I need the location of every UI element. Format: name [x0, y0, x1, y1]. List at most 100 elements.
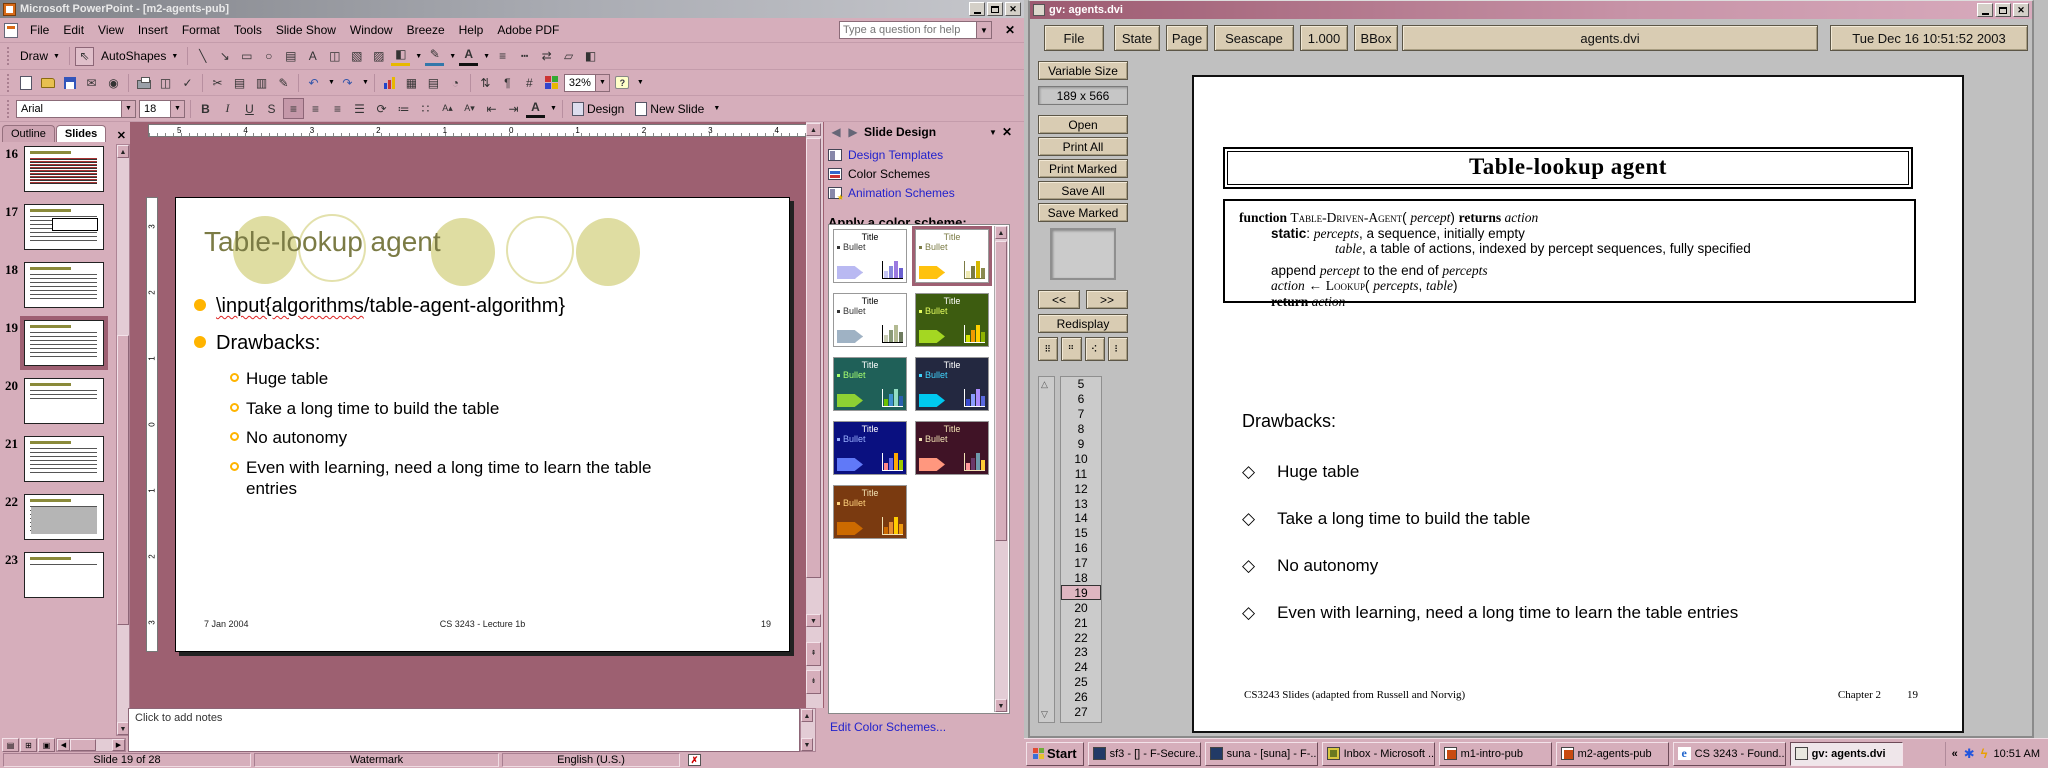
taskbar-task-suna-suna-f-[interactable]: suna - [suna] - F-...: [1205, 742, 1318, 766]
menu-tools[interactable]: Tools: [227, 20, 269, 40]
pane-close-icon[interactable]: ✕: [113, 129, 130, 142]
taskbar-task-m2-agents-pub[interactable]: m2-agents-pub: [1556, 742, 1669, 766]
mail-icon[interactable]: ✉: [82, 73, 101, 92]
toolbar-grip[interactable]: [7, 74, 10, 92]
toggle-current-mark-button[interactable]: ⠿: [1038, 337, 1058, 361]
diagram-icon[interactable]: ◫: [325, 47, 344, 66]
page-number-5[interactable]: 5: [1061, 377, 1101, 392]
slide-bullet[interactable]: Drawbacks:: [176, 331, 781, 355]
tab-slides[interactable]: Slides: [56, 125, 106, 142]
page-number-9[interactable]: 9: [1061, 437, 1101, 452]
search-icon[interactable]: ◉: [104, 73, 123, 92]
3d-style-icon[interactable]: ◧: [581, 47, 600, 66]
page-number-20[interactable]: 20: [1061, 600, 1101, 615]
align-center-icon[interactable]: ≡: [306, 99, 325, 118]
menu-view[interactable]: View: [91, 20, 131, 40]
tray-clock[interactable]: 10:51 AM: [1994, 748, 2040, 760]
text-shadow-icon[interactable]: S: [262, 99, 281, 118]
rectangle-icon[interactable]: ▭: [237, 47, 256, 66]
new-slide-button[interactable]: New Slide: [631, 101, 708, 117]
scheme-scrollbar[interactable]: ▲ ▼: [994, 226, 1008, 712]
gv-datetime-button[interactable]: Tue Dec 16 10:51:52 2003: [1830, 25, 2028, 51]
taskbar-task-m1-intro-pub[interactable]: m1-intro-pub: [1439, 742, 1552, 766]
design-button[interactable]: Design: [568, 101, 628, 117]
scroll-thumb[interactable]: [995, 241, 1007, 541]
gv-state-button[interactable]: State: [1114, 25, 1160, 51]
insert-table-icon[interactable]: ▦: [402, 73, 421, 92]
page-list-scrollbar[interactable]: △ ▽: [1038, 376, 1055, 723]
help-icon[interactable]: ?: [613, 73, 632, 92]
scroll-up-icon[interactable]: ▲: [801, 709, 813, 722]
grow-font-icon[interactable]: A▴: [438, 99, 457, 118]
numbering-icon[interactable]: ≔: [394, 99, 413, 118]
notes-scrollbar[interactable]: ▲ ▼: [800, 708, 816, 752]
menu-slide-show[interactable]: Slide Show: [269, 20, 343, 40]
font-name-combo[interactable]: Arial▼: [16, 100, 136, 118]
normal-view-icon[interactable]: ▤: [2, 738, 19, 752]
page-number-19[interactable]: 19: [1061, 585, 1101, 600]
select-pointer-icon[interactable]: ⇖: [75, 47, 94, 66]
task-pane-link-animation-schemes[interactable]: Animation Schemes: [828, 186, 1014, 200]
scroll-up-icon[interactable]: ▲: [995, 226, 1007, 239]
page-number-11[interactable]: 11: [1061, 466, 1101, 481]
menubar-close-icon[interactable]: ✕: [1000, 23, 1020, 37]
gv-file-button[interactable]: File: [1044, 25, 1104, 51]
edit-color-schemes-link[interactable]: Edit Color Schemes...: [830, 720, 946, 734]
scroll-thumb[interactable]: [117, 335, 129, 625]
page-number-27[interactable]: 27: [1061, 705, 1101, 720]
slide-thumbnail-17[interactable]: 17: [2, 204, 112, 250]
menu-adobe-pdf[interactable]: Adobe PDF: [490, 20, 566, 40]
slide-bullet[interactable]: Take a long time to build the table: [176, 399, 781, 420]
underline-icon[interactable]: U: [240, 99, 259, 118]
gv-bbox-button[interactable]: BBox: [1354, 25, 1398, 51]
next-page-button[interactable]: >>: [1086, 290, 1128, 309]
format-painter-icon[interactable]: ✎: [274, 73, 293, 92]
align-right-icon[interactable]: ≡: [328, 99, 347, 118]
spelling-icon[interactable]: ✓: [178, 73, 197, 92]
slide-bullet[interactable]: No autonomy: [176, 428, 781, 449]
tab-outline[interactable]: Outline: [2, 125, 55, 142]
redo-icon[interactable]: ↷: [338, 73, 357, 92]
save-icon[interactable]: [60, 73, 79, 92]
font-color-icon[interactable]: A: [526, 99, 545, 118]
taskbar-task-inbox-microsoft-[interactable]: Inbox - Microsoft ...: [1322, 742, 1435, 766]
fill-color-icon[interactable]: ◧: [391, 47, 410, 66]
redisplay-button[interactable]: Redisplay: [1038, 314, 1128, 333]
pane-forward-icon[interactable]: ▶: [847, 125, 859, 139]
increase-indent-icon[interactable]: ⇥: [504, 99, 523, 118]
page-number-15[interactable]: 15: [1061, 526, 1101, 541]
slide-thumbnail-22[interactable]: 22: [2, 494, 112, 540]
paste-icon[interactable]: ▥: [252, 73, 271, 92]
toolbar-options-icon[interactable]: ▼: [637, 79, 644, 86]
menu-insert[interactable]: Insert: [131, 20, 175, 40]
sort-icon[interactable]: ⇅: [476, 73, 495, 92]
ppt-titlebar[interactable]: Microsoft PowerPoint - [m2-agents-pub] ✕: [0, 0, 1024, 18]
open-button[interactable]: Open: [1038, 115, 1128, 134]
slide-bullet[interactable]: \input{algorithms/table-agent-algorithm}: [176, 294, 781, 318]
tray-power-icon[interactable]: ϟ: [1981, 746, 1988, 761]
menu-window[interactable]: Window: [343, 20, 400, 40]
slide-title[interactable]: Table-lookup agent: [204, 226, 441, 258]
rotate-icon[interactable]: ⟳: [372, 99, 391, 118]
color-scheme-option-1[interactable]: TitleBullet: [833, 229, 907, 283]
page-number-16[interactable]: 16: [1061, 541, 1101, 556]
question-dropdown-icon[interactable]: ▼: [977, 21, 992, 39]
autoshapes-menu-button[interactable]: AutoShapes▼: [97, 48, 182, 64]
gv-minimize-button[interactable]: [1977, 3, 1993, 17]
page-number-17[interactable]: 17: [1061, 556, 1101, 571]
page-number-25[interactable]: 25: [1061, 675, 1101, 690]
print-preview-icon[interactable]: ◫: [156, 73, 175, 92]
scroll-down-icon[interactable]: ▼: [995, 699, 1007, 712]
toolbar-grip[interactable]: [7, 47, 10, 65]
shadow-style-icon[interactable]: ▱: [559, 47, 578, 66]
arrow-style-icon[interactable]: ⇄: [537, 47, 556, 66]
save-all-button[interactable]: Save All: [1038, 181, 1128, 200]
slide-thumbnail-16[interactable]: 16: [2, 146, 112, 192]
scroll-up-icon[interactable]: ▲: [806, 123, 821, 136]
slide-thumbnail-19[interactable]: 19: [2, 320, 112, 366]
slides-pane-scrollbar[interactable]: ▲ ▼: [116, 144, 130, 736]
prev-page-button[interactable]: <<: [1038, 290, 1080, 309]
slide-thumbnail-18[interactable]: 18: [2, 262, 112, 308]
slide-sorter-view-icon[interactable]: ⊞: [20, 738, 37, 752]
line-color-icon[interactable]: ✎: [425, 47, 444, 66]
